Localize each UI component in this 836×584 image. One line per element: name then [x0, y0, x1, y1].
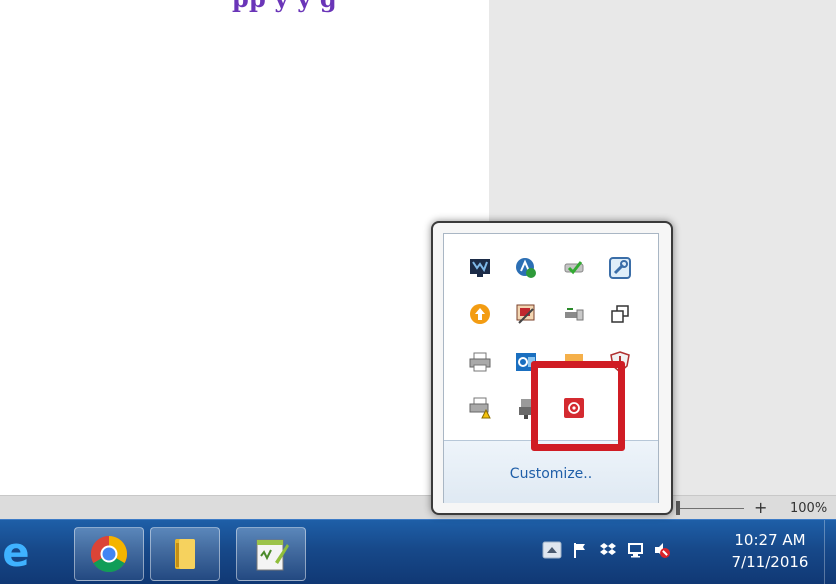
- tray-item-windows[interactable]: [608, 302, 632, 326]
- clock-date: 7/11/2016: [731, 553, 809, 571]
- tray-volume[interactable]: [652, 540, 672, 560]
- chrome-icon: [90, 536, 128, 573]
- zoom-slider-track[interactable]: [676, 508, 744, 509]
- action-center-flag-icon: [574, 543, 585, 558]
- tray-dropbox[interactable]: [598, 540, 618, 560]
- taskbar-notepad-button[interactable]: [236, 527, 306, 581]
- document-page: [0, 0, 489, 495]
- tray-item-tools[interactable]: [608, 256, 632, 280]
- ie-icon: e: [2, 530, 30, 576]
- tray-action-center[interactable]: [570, 540, 590, 560]
- zoom-slider-thumb[interactable]: [676, 501, 680, 515]
- tray-item-drive-check[interactable]: [562, 256, 586, 280]
- printer-warning-icon: [469, 397, 491, 419]
- taskbar-explorer-button[interactable]: [150, 527, 220, 581]
- orange-update-icon: [470, 304, 490, 324]
- usb-safely-remove-icon: [565, 308, 584, 321]
- tick-drive-icon: [564, 261, 584, 275]
- tray-network[interactable]: [626, 540, 646, 560]
- taskbar-ie-button[interactable]: e: [0, 530, 36, 576]
- taskbar-clock[interactable]: 10:27 AM 7/11/2016: [726, 529, 814, 573]
- folder-icon: [175, 539, 195, 569]
- zoom-level[interactable]: 100%: [790, 501, 827, 516]
- show-hidden-icons-arrow: [542, 541, 562, 559]
- tray-item-printer-warning[interactable]: [468, 396, 492, 420]
- show-hidden-icons-button[interactable]: [542, 540, 562, 560]
- taskbar-chrome-button[interactable]: [74, 527, 144, 581]
- tray-item-picture-app[interactable]: [514, 302, 538, 326]
- azure-icon: [516, 258, 536, 278]
- zoom-in-button[interactable]: +: [754, 498, 767, 517]
- volume-muted-icon: [655, 543, 670, 558]
- notepad-icon: [256, 539, 289, 571]
- tray-item-monitor[interactable]: [468, 256, 492, 280]
- status-bar: + 100%: [0, 495, 836, 520]
- dropbox-icon: [600, 543, 616, 555]
- show-desktop-button[interactable]: [824, 520, 836, 584]
- copy-windows-icon: [611, 305, 629, 323]
- highlight-annotation-box: [531, 361, 625, 451]
- monitor-app-icon: [470, 259, 490, 277]
- network-icon: [628, 543, 643, 558]
- taskbar: e 10:27 AM 7/11/2016: [0, 519, 836, 584]
- document-heading-fragment: pp y y g: [232, 0, 337, 13]
- tray-item-printer[interactable]: [468, 350, 492, 374]
- customize-link[interactable]: Customize..: [444, 466, 658, 482]
- tray-item-azure[interactable]: [514, 256, 538, 280]
- tray-item-update[interactable]: [468, 302, 492, 326]
- wrench-tool-icon: [609, 257, 631, 279]
- picture-app-icon: [516, 304, 535, 324]
- system-tray: [540, 520, 740, 584]
- clock-time: 10:27 AM: [734, 531, 806, 549]
- printer-icon: [469, 352, 491, 372]
- tray-item-safely-remove[interactable]: [562, 302, 586, 326]
